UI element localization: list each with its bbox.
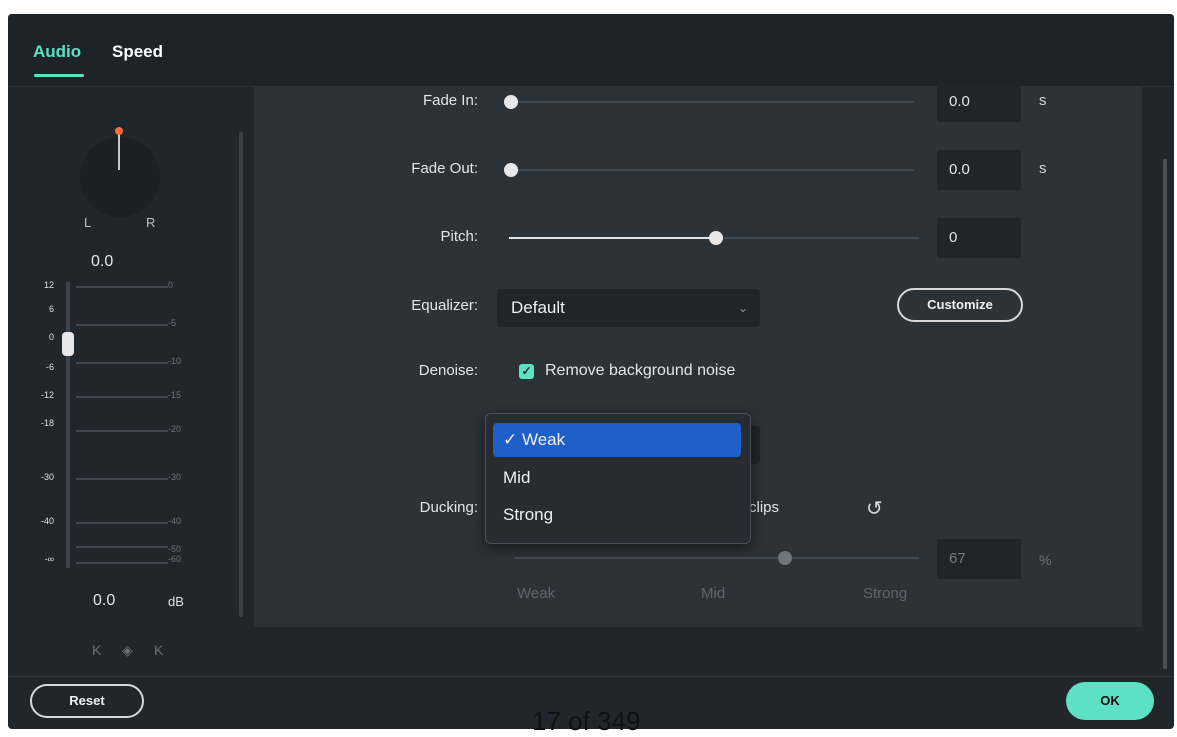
- ducking-track[interactable]: [514, 557, 919, 559]
- ok-button[interactable]: OK: [1066, 682, 1154, 720]
- volume-meter: 12 6 0 -6 -12 -18 -30 -40 -∞ 0 -5 -10 -1…: [8, 280, 248, 582]
- ducking-input[interactable]: 67: [937, 539, 1021, 579]
- equalizer-value: Default: [511, 298, 565, 317]
- pitch-label: Pitch:: [440, 228, 478, 245]
- dropdown-option-mid[interactable]: Mid: [493, 461, 741, 495]
- add-keyframe-icon[interactable]: ◈: [122, 642, 133, 659]
- fade-in-label: Fade In:: [422, 92, 478, 109]
- meter-scale-left: -30: [40, 472, 54, 482]
- volume-slider-handle[interactable]: [62, 332, 74, 356]
- reset-icon[interactable]: ↺: [866, 496, 883, 521]
- remove-background-noise-checkbox[interactable]: ✓: [519, 364, 534, 379]
- pitch-input[interactable]: 0: [937, 218, 1021, 258]
- pitch-track-fill: [509, 237, 714, 239]
- ducking-tick-strong: Strong: [863, 585, 908, 602]
- pitch-slider-thumb[interactable]: [709, 231, 723, 245]
- tab-speed[interactable]: Speed: [112, 42, 163, 62]
- fade-out-label: Fade Out:: [411, 160, 478, 177]
- dropdown-option-weak[interactable]: ✓ Weak: [493, 423, 741, 457]
- pan-knob-marker: [115, 127, 123, 135]
- pan-knob[interactable]: [80, 137, 160, 217]
- meter-scale-right: -40: [168, 516, 182, 526]
- ducking-tick-mid: Mid: [701, 585, 726, 602]
- meter-scale-left: -40: [40, 516, 54, 526]
- next-keyframe-icon[interactable]: K: [154, 642, 163, 658]
- meter-line: [76, 324, 168, 326]
- meter-scale-left: -6: [45, 362, 54, 372]
- ducking-checkbox-label: clips: [749, 499, 780, 516]
- meter-line: [76, 562, 168, 564]
- meter-scale-right: -15: [168, 390, 182, 400]
- pan-right-label: R: [146, 215, 156, 230]
- meter-scale-left: 0: [48, 332, 54, 342]
- fade-out-input[interactable]: 0.0: [937, 150, 1021, 190]
- footer-divider: [8, 676, 1174, 677]
- meter-scale-left: -12: [40, 390, 54, 400]
- meter-scale-right: -60: [168, 554, 182, 564]
- meter-line: [76, 546, 168, 548]
- meter-line: [76, 430, 168, 432]
- meter-scale-right: -10: [168, 356, 182, 366]
- meter-scale-left: 12: [43, 280, 54, 290]
- meter-scale-left: 6: [48, 304, 54, 314]
- meter-scale-right: -5: [168, 318, 177, 328]
- pan-knob-indicator: [118, 130, 120, 170]
- reset-button[interactable]: Reset: [30, 684, 144, 718]
- fade-out-unit: s: [1039, 160, 1047, 177]
- audio-settings-panel: Fade In: 0.0 s Fade Out: 0.0 s Pitch: 0 …: [254, 82, 1142, 627]
- previous-keyframe-icon[interactable]: K: [92, 642, 101, 658]
- dropdown-option-strong[interactable]: Strong: [493, 498, 741, 532]
- fade-out-slider-thumb[interactable]: [504, 163, 518, 177]
- meter-scale-right: 0: [168, 280, 174, 290]
- active-tab-indicator: [34, 74, 84, 77]
- fade-out-track[interactable]: [509, 169, 914, 171]
- customize-button[interactable]: Customize: [897, 288, 1023, 322]
- remove-background-noise-label: Remove background noise: [545, 362, 736, 379]
- audio-level-panel: L R 0.0 12 6 0 -6 -12 -18 -30 -40 -∞ 0 -: [8, 87, 248, 677]
- fade-in-unit: s: [1039, 92, 1047, 109]
- meter-scale-right: -50: [168, 544, 182, 554]
- right-scrollbar[interactable]: [1163, 159, 1167, 669]
- equalizer-label: Equalizer:: [411, 297, 478, 314]
- gain-unit: dB: [168, 594, 184, 609]
- denoise-level-dropdown: ✓ Weak Mid Strong: [485, 413, 751, 544]
- gain-value: 0.0: [93, 592, 116, 609]
- ducking-slider-thumb[interactable]: [778, 551, 793, 565]
- meter-line: [76, 522, 168, 524]
- fade-in-track[interactable]: [509, 101, 914, 103]
- equalizer-select[interactable]: Default ⌄: [497, 289, 760, 327]
- meter-line: [76, 362, 168, 364]
- tab-bar: Audio Speed: [8, 14, 1174, 87]
- meter-scale-right: -20: [168, 424, 182, 434]
- page-counter: 17 of 349: [532, 706, 641, 736]
- fade-in-slider-thumb[interactable]: [504, 95, 518, 109]
- ducking-label: Ducking:: [419, 499, 478, 516]
- denoise-label: Denoise:: [418, 362, 478, 379]
- chevron-down-icon: ⌄: [737, 301, 748, 315]
- volume-track: [66, 282, 70, 568]
- left-scrollbar[interactable]: [239, 132, 243, 617]
- ducking-unit: %: [1039, 552, 1052, 568]
- meter-scale-left: -∞: [44, 554, 54, 564]
- audio-settings-window: Audio Speed L R 0.0 12 6 0 -6 -12 -18 -3…: [8, 14, 1174, 729]
- meter-line: [76, 396, 168, 398]
- pan-value: 0.0: [91, 253, 114, 270]
- meter-line: [76, 478, 168, 480]
- fade-in-input[interactable]: 0.0: [937, 82, 1021, 122]
- meter-scale-right: -30: [168, 472, 182, 482]
- meter-scale-left: -18: [40, 418, 54, 428]
- pan-left-label: L: [84, 215, 92, 230]
- tab-audio[interactable]: Audio: [33, 42, 81, 62]
- meter-line: [76, 286, 168, 288]
- ducking-tick-weak: Weak: [517, 585, 556, 602]
